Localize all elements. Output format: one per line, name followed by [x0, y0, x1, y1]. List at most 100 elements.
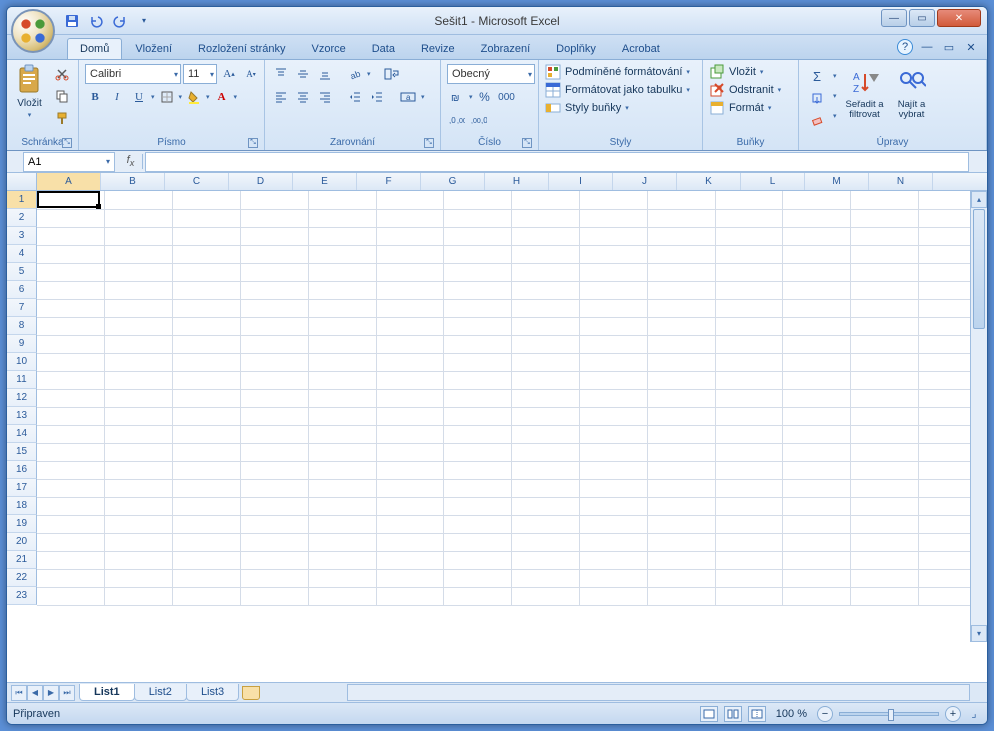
tab-home[interactable]: Domů [67, 38, 122, 59]
prev-sheet-icon[interactable]: ◀ [27, 685, 43, 701]
undo-icon[interactable] [87, 12, 105, 30]
column-header[interactable]: N [869, 173, 933, 190]
redo-icon[interactable] [111, 12, 129, 30]
office-button[interactable] [11, 9, 55, 53]
zoom-slider-knob[interactable] [888, 709, 894, 721]
conditional-formatting-button[interactable]: Podmíněné formátování ▾ [545, 64, 690, 80]
format-as-table-button[interactable]: Formátovat jako tabulku ▾ [545, 82, 690, 98]
chevron-down-icon[interactable]: ▾ [367, 70, 371, 78]
dialog-launcher-icon[interactable]: ⤡ [62, 138, 72, 148]
row-header[interactable]: 8 [7, 317, 37, 335]
page-layout-view-icon[interactable] [724, 706, 742, 722]
row-header[interactable]: 22 [7, 569, 37, 587]
underline-button[interactable]: U [129, 87, 149, 107]
grow-font-icon[interactable]: A▴ [219, 64, 239, 84]
merge-center-icon[interactable]: a [397, 87, 419, 107]
chevron-down-icon[interactable]: ▾ [151, 93, 155, 101]
column-header[interactable]: M [805, 173, 869, 190]
row-header[interactable]: 4 [7, 245, 37, 263]
chevron-down-icon[interactable]: ▾ [833, 106, 837, 126]
save-icon[interactable] [63, 12, 81, 30]
number-format-combo[interactable]: Obecný▾ [447, 64, 535, 84]
sheet-tab[interactable]: List1 [79, 684, 135, 701]
align-bottom-icon[interactable] [315, 64, 335, 84]
autosum-icon[interactable]: Σ [807, 66, 827, 86]
mdi-restore-icon[interactable]: ▭ [941, 39, 957, 55]
tab-insert[interactable]: Vložení [122, 38, 185, 59]
formula-bar[interactable] [145, 152, 969, 172]
select-all-corner[interactable] [7, 173, 37, 190]
row-header[interactable]: 13 [7, 407, 37, 425]
last-sheet-icon[interactable]: ⏭ [59, 685, 75, 701]
row-header[interactable]: 19 [7, 515, 37, 533]
scroll-thumb[interactable] [973, 209, 985, 329]
delete-cells-button[interactable]: Odstranit ▾ [709, 82, 781, 98]
tab-acrobat[interactable]: Acrobat [609, 38, 673, 59]
align-center-icon[interactable] [293, 87, 313, 107]
row-header[interactable]: 18 [7, 497, 37, 515]
chevron-down-icon[interactable]: ▾ [206, 93, 210, 101]
format-painter-icon[interactable] [52, 108, 72, 128]
align-right-icon[interactable] [315, 87, 335, 107]
borders-icon[interactable] [157, 87, 177, 107]
page-break-view-icon[interactable] [748, 706, 766, 722]
row-header[interactable]: 3 [7, 227, 37, 245]
chevron-down-icon[interactable]: ▾ [469, 93, 473, 101]
row-header[interactable]: 6 [7, 281, 37, 299]
increase-decimal-icon[interactable]: ,0,00 [447, 110, 467, 130]
row-header[interactable]: 10 [7, 353, 37, 371]
shrink-font-icon[interactable]: A▾ [241, 64, 261, 84]
decrease-indent-icon[interactable] [345, 87, 365, 107]
column-header[interactable]: I [549, 173, 613, 190]
row-header[interactable]: 9 [7, 335, 37, 353]
sheet-tab[interactable]: List3 [186, 684, 239, 701]
find-select-button[interactable]: Najít a vybrat [891, 64, 933, 123]
dialog-launcher-icon[interactable]: ⤡ [522, 138, 532, 148]
fill-color-icon[interactable] [184, 87, 204, 107]
font-name-combo[interactable]: Calibri▾ [85, 64, 181, 84]
minimize-button[interactable]: — [881, 9, 907, 27]
font-color-icon[interactable]: A [212, 87, 232, 107]
zoom-level[interactable]: 100 % [776, 708, 807, 720]
italic-button[interactable]: I [107, 87, 127, 107]
column-header[interactable]: H [485, 173, 549, 190]
cells-area[interactable] [37, 191, 987, 682]
format-cells-button[interactable]: Formát ▾ [709, 100, 771, 116]
insert-cells-button[interactable]: Vložit ▾ [709, 64, 763, 80]
column-header[interactable]: D [229, 173, 293, 190]
row-header[interactable]: 11 [7, 371, 37, 389]
paste-button[interactable]: Vložit ▾ [11, 62, 48, 121]
row-header[interactable]: 1 [7, 191, 37, 209]
column-header[interactable]: E [293, 173, 357, 190]
chevron-down-icon[interactable]: ▾ [421, 93, 425, 101]
row-header[interactable]: 21 [7, 551, 37, 569]
row-header[interactable]: 23 [7, 587, 37, 605]
decrease-decimal-icon[interactable]: ,00,0 [469, 110, 489, 130]
horizontal-scrollbar[interactable] [347, 684, 970, 701]
row-header[interactable]: 14 [7, 425, 37, 443]
increase-indent-icon[interactable] [367, 87, 387, 107]
column-header[interactable]: J [613, 173, 677, 190]
qat-customize-icon[interactable]: ▾ [135, 12, 153, 30]
row-header[interactable]: 15 [7, 443, 37, 461]
scroll-up-icon[interactable]: ▴ [971, 191, 987, 208]
row-header[interactable]: 20 [7, 533, 37, 551]
orientation-icon[interactable]: ab [345, 64, 365, 84]
normal-view-icon[interactable] [700, 706, 718, 722]
mdi-minimize-icon[interactable]: — [919, 39, 935, 55]
cut-icon[interactable] [52, 64, 72, 84]
tab-formulas[interactable]: Vzorce [298, 38, 358, 59]
maximize-button[interactable]: ▭ [909, 9, 935, 27]
name-box[interactable]: A1 ▾ [23, 152, 115, 172]
tab-view[interactable]: Zobrazení [468, 38, 544, 59]
wrap-text-icon[interactable] [381, 64, 403, 84]
align-top-icon[interactable] [271, 64, 291, 84]
first-sheet-icon[interactable]: ⏮ [11, 685, 27, 701]
column-header[interactable]: L [741, 173, 805, 190]
bold-button[interactable]: B [85, 87, 105, 107]
column-header[interactable]: A [37, 173, 101, 190]
tab-review[interactable]: Revize [408, 38, 468, 59]
dialog-launcher-icon[interactable]: ⤡ [424, 138, 434, 148]
column-header[interactable]: B [101, 173, 165, 190]
dialog-launcher-icon[interactable]: ⤡ [248, 138, 258, 148]
